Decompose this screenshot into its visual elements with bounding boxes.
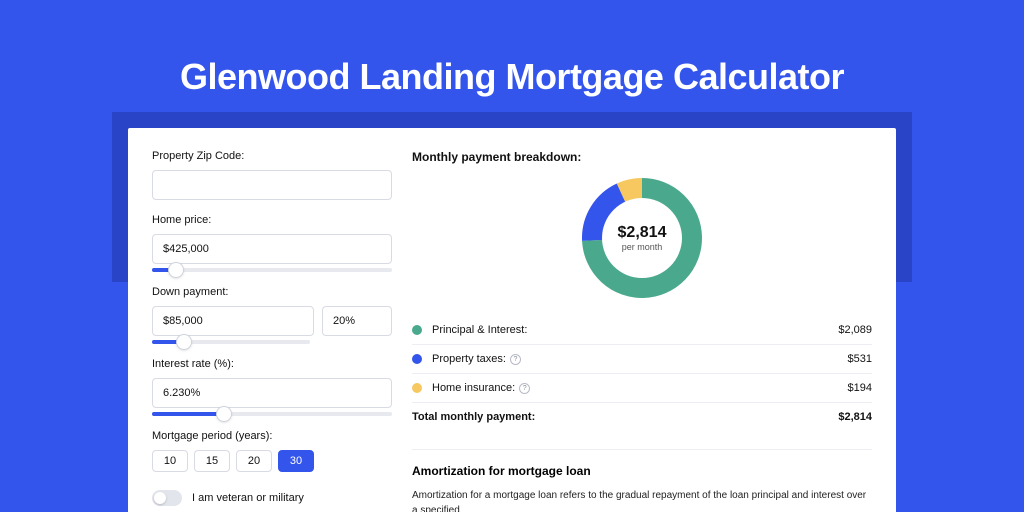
breakdown-value: $2,089 (838, 324, 872, 336)
down-payment-percent-input[interactable] (322, 306, 392, 336)
donut-chart-wrap: $2,814 per month (412, 174, 872, 310)
page-title: Glenwood Landing Mortgage Calculator (0, 0, 1024, 98)
breakdown-list: Principal & Interest:$2,089Property taxe… (412, 316, 872, 431)
legend-dot (412, 354, 422, 364)
breakdown-value: $531 (848, 353, 872, 365)
zip-input[interactable] (152, 170, 392, 200)
down-payment-label: Down payment: (152, 286, 392, 298)
legend-dot (412, 325, 422, 335)
period-button-30[interactable]: 30 (278, 450, 314, 472)
donut-sub: per month (622, 242, 663, 252)
down-payment-slider[interactable] (152, 340, 310, 344)
legend-dot (412, 383, 422, 393)
veteran-label: I am veteran or military (192, 492, 304, 504)
amortization-text: Amortization for a mortgage loan refers … (412, 488, 872, 512)
breakdown-row: Property taxes:?$531 (412, 345, 872, 374)
veteran-toggle[interactable] (152, 490, 182, 506)
breakdown-total-value: $2,814 (838, 411, 872, 423)
breakdown-row: Home insurance:?$194 (412, 374, 872, 403)
breakdown-label: Principal & Interest: (432, 324, 838, 336)
amortization-section: Amortization for mortgage loan Amortizat… (412, 449, 872, 512)
results-column: Monthly payment breakdown: $2,814 per mo… (412, 150, 872, 512)
home-price-label: Home price: (152, 214, 392, 226)
down-payment-field: Down payment: (152, 286, 392, 344)
breakdown-label: Property taxes:? (432, 353, 848, 365)
donut-amount: $2,814 (618, 224, 667, 242)
form-column: Property Zip Code: Home price: Down paym… (152, 150, 392, 512)
info-icon[interactable]: ? (519, 383, 530, 394)
period-label: Mortgage period (years): (152, 430, 392, 442)
home-price-field: Home price: (152, 214, 392, 272)
interest-rate-field: Interest rate (%): (152, 358, 392, 416)
donut-center: $2,814 per month (602, 198, 682, 278)
interest-label: Interest rate (%): (152, 358, 392, 370)
info-icon[interactable]: ? (510, 354, 521, 365)
amortization-title: Amortization for mortgage loan (412, 464, 872, 478)
calculator-card: Property Zip Code: Home price: Down paym… (128, 128, 896, 512)
down-payment-amount-input[interactable] (152, 306, 314, 336)
period-button-15[interactable]: 15 (194, 450, 230, 472)
slider-handle[interactable] (177, 335, 191, 349)
veteran-toggle-row: I am veteran or military (152, 490, 392, 506)
slider-handle[interactable] (169, 263, 183, 277)
slider-handle[interactable] (217, 407, 231, 421)
donut-chart: $2,814 per month (582, 178, 702, 298)
breakdown-total-row: Total monthly payment:$2,814 (412, 403, 872, 431)
home-price-slider[interactable] (152, 268, 392, 272)
breakdown-title: Monthly payment breakdown: (412, 150, 872, 164)
page-background: Glenwood Landing Mortgage Calculator Pro… (0, 0, 1024, 512)
donut-segment (622, 190, 642, 194)
zip-label: Property Zip Code: (152, 150, 392, 162)
breakdown-value: $194 (848, 382, 872, 394)
period-field: Mortgage period (years): 10 15 20 30 (152, 430, 392, 472)
period-button-group: 10 15 20 30 (152, 450, 392, 472)
period-button-10[interactable]: 10 (152, 450, 188, 472)
toggle-knob (154, 492, 166, 504)
breakdown-label: Home insurance:? (432, 382, 848, 394)
breakdown-total-label: Total monthly payment: (412, 411, 838, 423)
interest-slider[interactable] (152, 412, 392, 416)
home-price-input[interactable] (152, 234, 392, 264)
interest-input[interactable] (152, 378, 392, 408)
slider-fill (152, 412, 224, 416)
breakdown-row: Principal & Interest:$2,089 (412, 316, 872, 345)
period-button-20[interactable]: 20 (236, 450, 272, 472)
zip-field: Property Zip Code: (152, 150, 392, 200)
